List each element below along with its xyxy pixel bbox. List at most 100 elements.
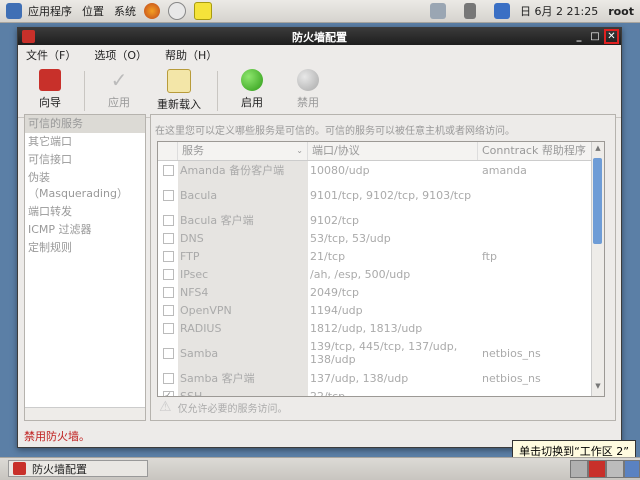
- firefox-icon[interactable]: [144, 3, 160, 19]
- reload-button[interactable]: 重新载入: [149, 65, 209, 112]
- checkbox-icon[interactable]: [162, 214, 174, 226]
- scroll-thumb[interactable]: [593, 158, 602, 244]
- menu-file[interactable]: 文件（F）: [26, 47, 76, 63]
- checkbox-icon[interactable]: [162, 232, 174, 244]
- table-row[interactable]: ✓ SSH 22/tcp: [158, 387, 604, 397]
- maximize-icon[interactable]: □: [588, 29, 602, 43]
- table-vscrollbar[interactable]: ▲ ▼: [591, 142, 604, 396]
- workspace-2-icon[interactable]: [588, 460, 606, 478]
- window-title: 防火墙配置: [292, 30, 347, 44]
- side-nav-other-ports[interactable]: 其它端口: [25, 133, 145, 151]
- gray-circle-icon: [297, 69, 319, 91]
- menu-applications[interactable]: 应用程序: [28, 3, 72, 19]
- side-nav-icmp-filter[interactable]: ICMP 过滤器: [25, 221, 145, 239]
- table-row[interactable]: Samba 139/tcp, 445/tcp, 137/udp, 138/udp n…: [158, 337, 604, 369]
- side-nav-trusted-services[interactable]: 可信的服务: [25, 115, 145, 133]
- warning-icon: ⚠: [159, 399, 172, 415]
- side-nav-port-forwarding[interactable]: 端口转发: [25, 203, 145, 221]
- user-name[interactable]: root: [608, 5, 634, 18]
- row-checkbox[interactable]: [158, 372, 178, 384]
- table-row[interactable]: FTP 21/tcp ftp: [158, 247, 604, 265]
- table-row[interactable]: DNS 53/tcp, 53/udp: [158, 229, 604, 247]
- table-row[interactable]: Samba 客户端 137/udp, 138/udp netbios_ns: [158, 369, 604, 387]
- firewall-app-icon: [22, 30, 35, 43]
- network-icon[interactable]: [430, 3, 446, 19]
- update-icon[interactable]: [494, 3, 510, 19]
- reload-icon: [167, 69, 191, 93]
- checkbox-icon[interactable]: [162, 268, 174, 280]
- notes-icon[interactable]: [194, 2, 212, 20]
- disable-button[interactable]: 禁用: [282, 65, 334, 110]
- toolbar: 向导 ✓ 应用 重新载入 启用 禁用: [18, 65, 621, 118]
- checkbox-icon[interactable]: [162, 347, 174, 359]
- side-nav-hscrollbar[interactable]: [25, 407, 145, 420]
- clock[interactable]: 日 6月 2 21:25: [520, 3, 598, 19]
- table-row[interactable]: IPsec/ah, /esp, 500/udp: [158, 265, 604, 283]
- menu-options[interactable]: 选项（O）: [94, 47, 147, 63]
- gnome-foot-icon[interactable]: [6, 3, 22, 19]
- apply-button[interactable]: ✓ 应用: [93, 65, 145, 110]
- checkbox-icon[interactable]: [162, 286, 174, 298]
- row-checkbox[interactable]: [158, 189, 178, 201]
- menu-places[interactable]: 位置: [82, 3, 104, 19]
- row-ports: 21/tcp: [310, 249, 346, 263]
- row-checkbox[interactable]: [158, 164, 178, 176]
- checkbox-icon[interactable]: ✓: [162, 390, 174, 396]
- table-row[interactable]: OpenVPN 1194/udp: [158, 301, 604, 319]
- window-controls: _ □ ✕: [572, 29, 619, 44]
- row-ports: 137/udp, 138/udp: [310, 371, 409, 385]
- mail-icon[interactable]: [168, 2, 186, 20]
- minimize-icon[interactable]: _: [572, 29, 586, 43]
- checkbox-icon[interactable]: [162, 164, 174, 176]
- scroll-down-icon[interactable]: ▼: [592, 382, 604, 394]
- menubar: 文件（F） 选项（O） 帮助（H）: [18, 45, 621, 65]
- enable-button[interactable]: 启用: [226, 65, 278, 110]
- row-helper: netbios_ns: [482, 371, 541, 385]
- close-icon[interactable]: ✕: [604, 29, 619, 44]
- volume-icon[interactable]: [464, 3, 476, 19]
- scroll-up-icon[interactable]: ▲: [592, 144, 604, 156]
- checkbox-icon[interactable]: [162, 304, 174, 316]
- row-service: Bacula: [178, 179, 308, 211]
- row-checkbox[interactable]: [158, 304, 178, 316]
- trash-icon[interactable]: [624, 460, 640, 478]
- row-checkbox[interactable]: [158, 347, 178, 359]
- checkbox-icon[interactable]: [162, 250, 174, 262]
- header-service[interactable]: 服务 ⌄: [178, 142, 308, 160]
- row-checkbox[interactable]: ✓: [158, 390, 178, 396]
- table-row[interactable]: Bacula 客户端 9102/tcp: [158, 211, 604, 229]
- table-row[interactable]: Amanda 备份客户端 10080/udp amanda: [158, 161, 604, 179]
- checkbox-icon[interactable]: [162, 372, 174, 384]
- menu-system[interactable]: 系统: [114, 3, 136, 19]
- table-row[interactable]: RADIUS 1812/udp, 1813/udp: [158, 319, 604, 337]
- row-helper: ftp: [482, 249, 497, 263]
- row-service: DNS: [178, 229, 308, 247]
- side-nav-masquerading[interactable]: 伪装（Masquerading）: [25, 169, 145, 203]
- taskbar-firewall-button[interactable]: 防火墙配置: [8, 460, 148, 477]
- side-nav-custom-rules[interactable]: 定制规则: [25, 239, 145, 257]
- table-row[interactable]: NFS4 2049/tcp: [158, 283, 604, 301]
- window-titlebar[interactable]: 防火墙配置 _ □ ✕: [18, 28, 621, 45]
- row-checkbox[interactable]: [158, 268, 178, 280]
- header-ports[interactable]: 端口/协议: [308, 142, 478, 160]
- header-helper[interactable]: Conntrack 帮助程序: [478, 142, 592, 160]
- workspace-3-icon[interactable]: [606, 460, 624, 478]
- wizard-button[interactable]: 向导: [24, 65, 76, 110]
- workspace-1-icon[interactable]: [570, 460, 588, 478]
- checkbox-icon[interactable]: [162, 322, 174, 334]
- row-checkbox[interactable]: [158, 232, 178, 244]
- row-helper: amanda: [482, 163, 527, 177]
- row-checkbox[interactable]: [158, 322, 178, 334]
- checkbox-icon[interactable]: [162, 189, 174, 201]
- row-checkbox[interactable]: [158, 250, 178, 262]
- row-ports: 22/tcp: [310, 389, 346, 397]
- side-nav-trusted-interfaces[interactable]: 可信接口: [25, 151, 145, 169]
- menu-help[interactable]: 帮助（H）: [165, 47, 217, 63]
- row-checkbox[interactable]: [158, 214, 178, 226]
- services-table: 服务 ⌄ 端口/协议 Conntrack 帮助程序 Amanda 备份客户端 10…: [157, 141, 605, 397]
- row-service: RADIUS: [178, 319, 308, 337]
- row-service: Samba 客户端: [178, 369, 308, 387]
- table-row[interactable]: Bacula 9101/tcp, 9102/tcp, 9103/tcp: [158, 179, 604, 211]
- row-checkbox[interactable]: [158, 286, 178, 298]
- row-ports: 139/tcp, 445/tcp, 137/udp, 138/udp: [310, 340, 458, 366]
